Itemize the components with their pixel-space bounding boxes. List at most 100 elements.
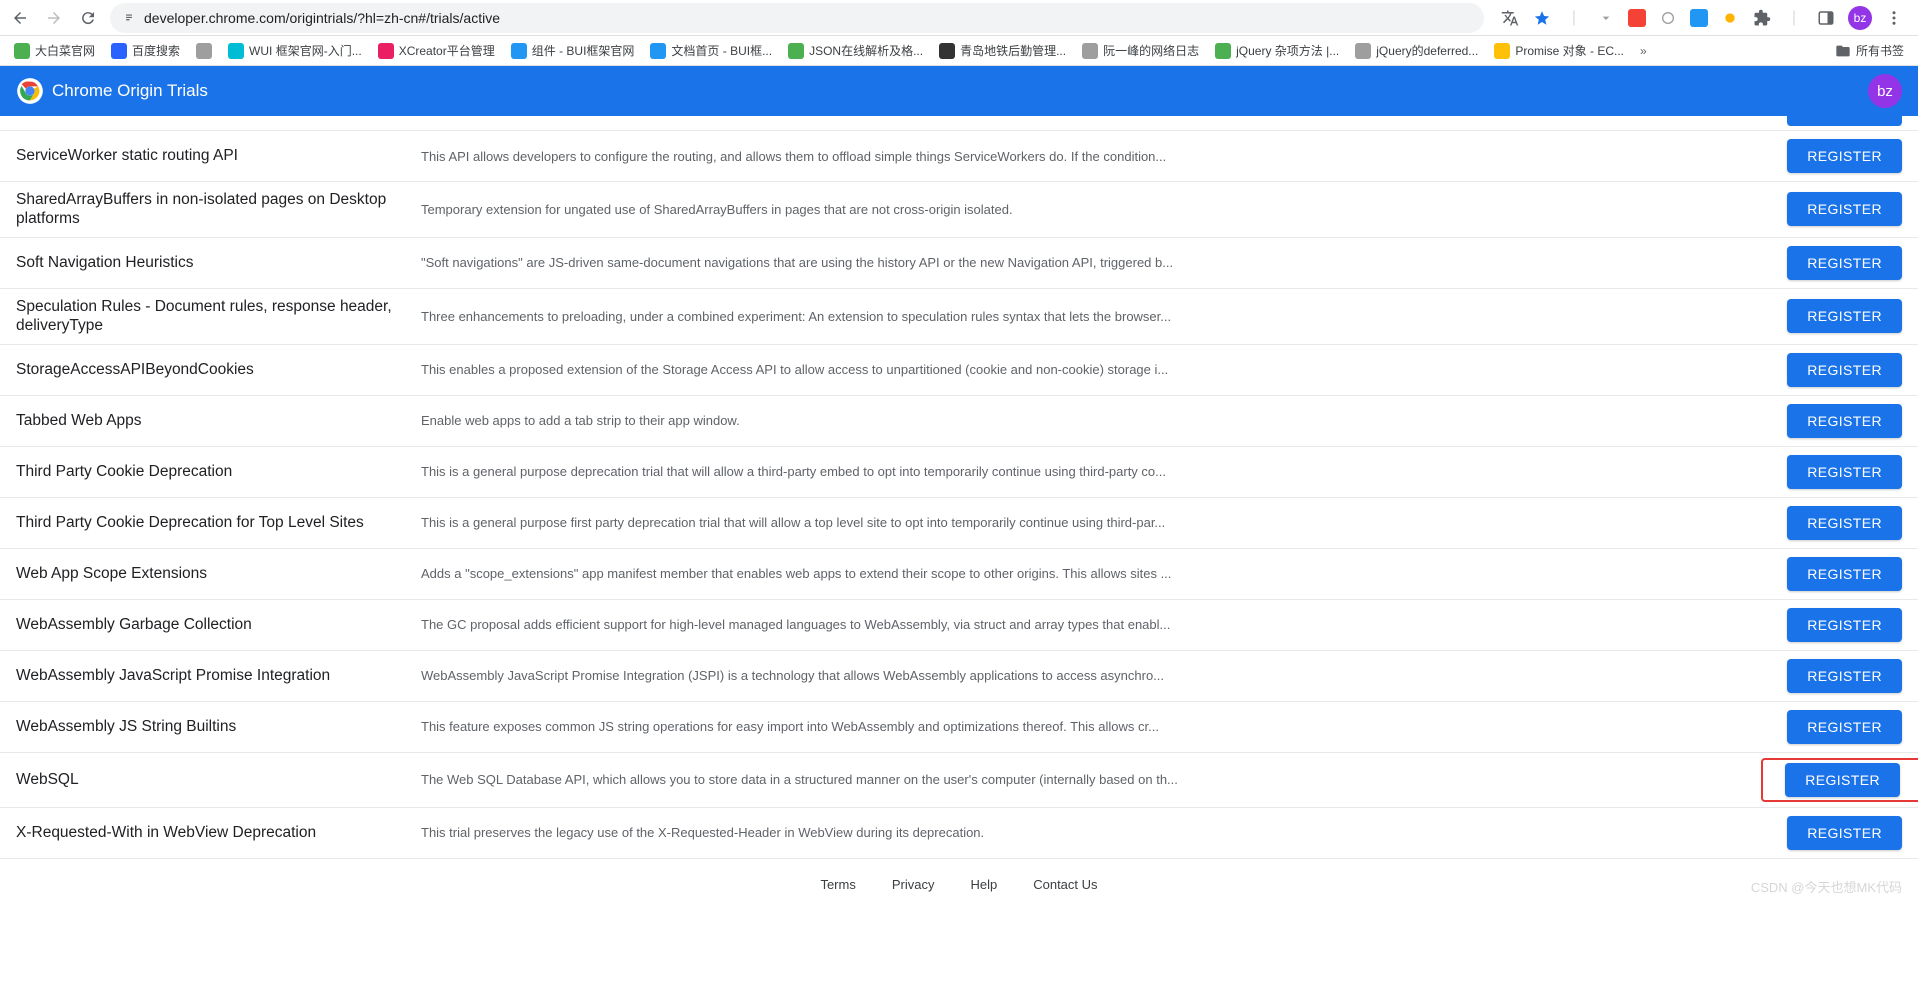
back-button[interactable] [8,6,32,30]
register-button[interactable]: REGISTER [1787,404,1902,438]
bookmark-item[interactable]: 百度搜索 [105,39,186,62]
footer-contact[interactable]: Contact Us [1033,877,1097,892]
sep-icon: | [1564,8,1584,28]
app-header: Chrome Origin Trials bz [0,66,1918,116]
translate-icon[interactable] [1500,8,1520,28]
menu-icon[interactable] [1884,8,1904,28]
footer-help[interactable]: Help [970,877,997,892]
sidepanel-icon[interactable] [1816,8,1836,28]
trial-name[interactable]: WebAssembly Garbage Collection [16,615,421,634]
footer-privacy[interactable]: Privacy [892,877,935,892]
bookmark-item[interactable]: JSON在线解析及格... [782,39,929,62]
trial-description: This trial preserves the legacy use of t… [421,825,1787,840]
trial-name[interactable]: WebAssembly JavaScript Promise Integrati… [16,666,421,685]
trial-name[interactable]: Tabbed Web Apps [16,411,421,430]
trial-name[interactable]: WebSQL [16,770,421,789]
ext3-icon[interactable] [1658,8,1678,28]
bookmark-item[interactable]: 阮一峰的网络日志 [1076,39,1205,62]
bookmark-label: 组件 - BUI框架官网 [532,42,635,59]
all-bookmarks-label: 所有书签 [1856,42,1904,59]
register-button[interactable]: REGISTER [1787,710,1902,744]
trial-description: The GC proposal adds efficient support f… [421,617,1787,632]
trial-name[interactable]: SharedArrayBuffers in non-isolated pages… [16,190,421,229]
bookmarks-bar: 大白菜官网 百度搜索 WUI 框架官网-入门... XCreator平台管理 组件 - … [0,36,1918,66]
trial-name[interactable]: StorageAccessAPIBeyondCookies [16,360,421,379]
trial-description: This enables a proposed extension of the… [421,362,1787,377]
register-button[interactable]: REGISTER [1787,608,1902,642]
bookmark-item[interactable]: jQuery的deferred... [1349,39,1484,62]
bookmark-label: 百度搜索 [132,42,180,59]
bookmark-item[interactable] [190,40,218,62]
reload-icon [79,9,97,27]
bookmark-favicon-icon [788,43,804,59]
ext5-icon[interactable] [1720,8,1740,28]
bookmark-favicon-icon [1494,43,1510,59]
bookmark-label: jQuery 杂项方法 |... [1236,42,1339,59]
app-title: Chrome Origin Trials [52,81,208,101]
bookmark-item[interactable]: WUI 框架官网-入门... [222,39,368,62]
profile-avatar-small[interactable]: bz [1848,6,1872,30]
ext2-icon[interactable] [1628,9,1646,27]
bookmark-favicon-icon [1215,43,1231,59]
register-button[interactable]: REGISTER [1787,246,1902,280]
register-button[interactable]: REGISTER [1787,557,1902,591]
bookmark-favicon-icon [650,43,666,59]
address-bar[interactable]: developer.chrome.com/origintrials/?hl=zh… [110,3,1484,33]
bookmark-favicon-icon [196,43,212,59]
bookmark-item[interactable]: Promise 对象 - EC... [1488,39,1630,62]
trial-name[interactable]: Third Party Cookie Deprecation for Top L… [16,513,421,532]
site-info-icon[interactable] [122,11,136,25]
register-button[interactable]: REGISTER [1787,116,1902,126]
bookmark-item[interactable]: XCreator平台管理 [372,39,501,62]
bookmarks-overflow[interactable]: » [1634,44,1653,58]
trial-row: WebSQLThe Web SQL Database API, which al… [0,753,1918,808]
ext4-icon[interactable] [1690,9,1708,27]
trial-name[interactable]: Soft Navigation Heuristics [16,253,421,272]
bookmark-item[interactable]: jQuery 杂项方法 |... [1209,39,1345,62]
register-button[interactable]: REGISTER [1787,816,1902,850]
toolbar-actions: | | bz [1494,6,1910,30]
bookmark-item[interactable]: 文档首页 - BUI框... [644,39,778,62]
sep2-icon: | [1784,8,1804,28]
register-button[interactable]: REGISTER [1787,299,1902,333]
bookmark-label: WUI 框架官网-入门... [249,42,362,59]
bookmark-label: Promise 对象 - EC... [1515,42,1624,59]
register-button[interactable]: REGISTER [1787,455,1902,489]
bookmark-label: 文档首页 - BUI框... [671,42,772,59]
trial-description: "Soft navigations" are JS-driven same-do… [421,255,1787,270]
trial-name[interactable]: ServiceWorker static routing API [16,146,421,165]
profile-avatar[interactable]: bz [1868,74,1902,108]
extensions-icon[interactable] [1752,8,1772,28]
trial-row: Tabbed Web AppsEnable web apps to add a … [0,396,1918,447]
trial-name[interactable]: Web App Scope Extensions [16,564,421,583]
register-button[interactable]: REGISTER [1787,659,1902,693]
bookmark-label: 阮一峰的网络日志 [1103,42,1199,59]
forward-button[interactable] [42,6,66,30]
footer-terms[interactable]: Terms [820,877,855,892]
trial-row: Third Party Cookie DeprecationThis is a … [0,447,1918,498]
trial-name[interactable]: Third Party Cookie Deprecation [16,462,421,481]
bookmark-item[interactable]: 组件 - BUI框架官网 [505,39,641,62]
bookmark-favicon-icon [1082,43,1098,59]
url-text: developer.chrome.com/origintrials/?hl=zh… [144,10,500,26]
register-button[interactable]: REGISTER [1787,139,1902,173]
trial-name[interactable]: X-Requested-With in WebView Deprecation [16,823,421,842]
trial-description: Adds a "scope_extensions" app manifest m… [421,566,1787,581]
bookmark-label: 青岛地铁后勤管理... [960,42,1066,59]
bookmark-item[interactable]: 大白菜官网 [8,39,101,62]
register-button[interactable]: REGISTER [1787,506,1902,540]
reload-button[interactable] [76,6,100,30]
register-button[interactable]: REGISTER [1785,763,1900,797]
star-icon[interactable] [1532,8,1552,28]
ext1-icon[interactable] [1596,8,1616,28]
folder-icon [1835,43,1851,59]
trial-name[interactable]: WebAssembly JS String Builtins [16,717,421,736]
bookmark-item[interactable]: 青岛地铁后勤管理... [933,39,1072,62]
register-button[interactable]: REGISTER [1787,353,1902,387]
trial-name[interactable]: Speculation Rules - Document rules, resp… [16,297,421,336]
all-bookmarks[interactable]: 所有书签 [1829,39,1910,62]
trial-row: WebAssembly JavaScript Promise Integrati… [0,651,1918,702]
register-button[interactable]: REGISTER [1787,192,1902,226]
trial-description: This API allows developers to configure … [421,149,1787,164]
bookmark-label: XCreator平台管理 [399,42,495,59]
